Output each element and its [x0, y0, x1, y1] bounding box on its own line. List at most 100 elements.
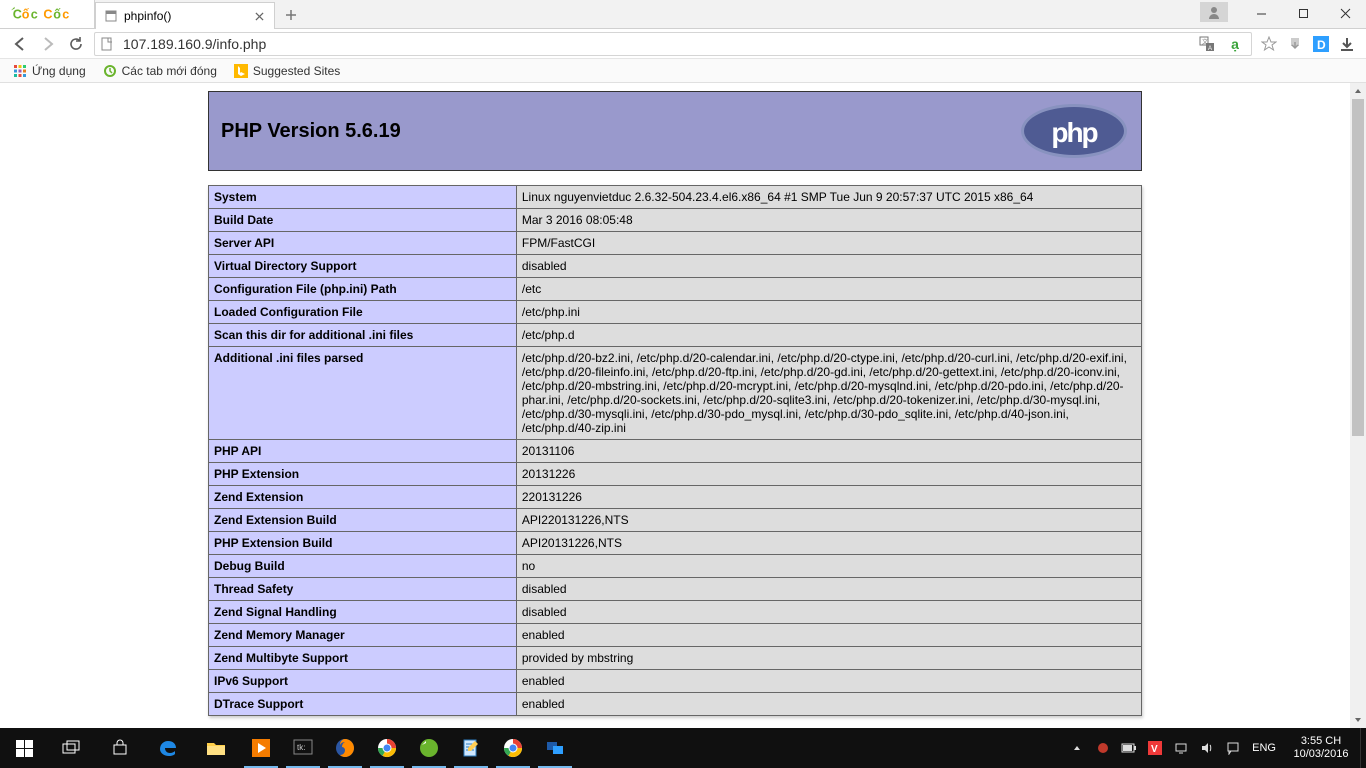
- table-row: Build DateMar 3 2016 08:05:48: [209, 209, 1142, 232]
- phpinfo-value: 220131226: [516, 486, 1141, 509]
- tab-close-button[interactable]: [252, 9, 266, 23]
- bookmarks-suggested[interactable]: Suggested Sites: [227, 61, 346, 81]
- phpinfo-header: PHP Version 5.6.19 php: [208, 91, 1142, 171]
- phpinfo-key: Zend Extension: [209, 486, 517, 509]
- tray-network-icon[interactable]: [1168, 728, 1194, 768]
- table-row: PHP Extension BuildAPI20131226,NTS: [209, 532, 1142, 555]
- table-row: PHP Extension20131226: [209, 463, 1142, 486]
- svg-text:D: D: [1317, 38, 1326, 52]
- browser-brand-logo[interactable]: C ố c C ố c: [0, 0, 95, 28]
- table-row: IPv6 Supportenabled: [209, 670, 1142, 693]
- nav-forward-button[interactable]: [34, 30, 62, 58]
- download-arrow-icon[interactable]: [1282, 34, 1308, 54]
- taskbar-clock[interactable]: 3:55 CH 10/03/2016: [1282, 728, 1360, 768]
- taskbar-app-firefox[interactable]: [324, 728, 366, 768]
- tray-battery-icon[interactable]: [1116, 728, 1142, 768]
- phpinfo-value: FPM/FastCGI: [516, 232, 1141, 255]
- phpinfo-value: enabled: [516, 693, 1141, 716]
- taskbar-app-notepad[interactable]: [450, 728, 492, 768]
- start-button[interactable]: [0, 728, 48, 768]
- taskbar-app-coccoc[interactable]: [408, 728, 450, 768]
- scrollbar-track[interactable]: [1350, 99, 1366, 712]
- phpinfo-key: Debug Build: [209, 555, 517, 578]
- tray-action-center-icon[interactable]: [1220, 728, 1246, 768]
- bookmark-star-icon[interactable]: [1256, 34, 1282, 54]
- table-row: Zend Signal Handlingdisabled: [209, 601, 1142, 624]
- phpinfo-value: disabled: [516, 601, 1141, 624]
- file-explorer-icon[interactable]: [192, 728, 240, 768]
- table-row: Virtual Directory Supportdisabled: [209, 255, 1142, 278]
- window-maximize-button[interactable]: [1282, 0, 1324, 28]
- url-input[interactable]: [121, 35, 1195, 53]
- user-profile-button[interactable]: [1200, 2, 1228, 22]
- edge-icon[interactable]: [144, 728, 192, 768]
- taskbar-app-chrome[interactable]: [366, 728, 408, 768]
- phpinfo-value: /etc: [516, 278, 1141, 301]
- vertical-scrollbar[interactable]: [1350, 83, 1366, 728]
- reopen-tabs-icon: [102, 63, 118, 79]
- adblock-icon[interactable]: ạ: [1225, 34, 1245, 54]
- phpinfo-value: /etc/php.ini: [516, 301, 1141, 324]
- table-row: Zend Extension BuildAPI220131226,NTS: [209, 509, 1142, 532]
- phpinfo-value: API220131226,NTS: [516, 509, 1141, 532]
- phpinfo-key: Configuration File (php.ini) Path: [209, 278, 517, 301]
- svg-text:tk:: tk:: [297, 743, 305, 752]
- page-viewport[interactable]: PHP Version 5.6.19 php SystemLinux nguye…: [0, 83, 1350, 728]
- taskbar-app-mediaplayer[interactable]: [240, 728, 282, 768]
- tray-vivaldi-icon[interactable]: V: [1142, 728, 1168, 768]
- tray-overflow-icon[interactable]: [1064, 728, 1090, 768]
- phpinfo-value: disabled: [516, 255, 1141, 278]
- svg-text:c: c: [31, 7, 38, 21]
- window-controls: [1200, 0, 1366, 28]
- phpinfo-value: no: [516, 555, 1141, 578]
- scrollbar-thumb[interactable]: [1352, 99, 1364, 436]
- phpinfo-value: API20131226,NTS: [516, 532, 1141, 555]
- disqus-extension-icon[interactable]: D: [1308, 34, 1334, 54]
- task-view-button[interactable]: [48, 728, 96, 768]
- tray-av-icon[interactable]: [1090, 728, 1116, 768]
- download-button[interactable]: [1334, 34, 1360, 54]
- phpinfo-key: PHP Extension Build: [209, 532, 517, 555]
- phpinfo-value: 20131226: [516, 463, 1141, 486]
- tray-volume-icon[interactable]: [1194, 728, 1220, 768]
- scrollbar-down-button[interactable]: [1350, 712, 1366, 728]
- show-desktop-button[interactable]: [1360, 728, 1366, 768]
- taskbar-language[interactable]: ENG: [1246, 728, 1282, 768]
- phpinfo-value: enabled: [516, 670, 1141, 693]
- nav-reload-button[interactable]: [62, 30, 90, 58]
- window-minimize-button[interactable]: [1240, 0, 1282, 28]
- table-row: Zend Multibyte Supportprovided by mbstri…: [209, 647, 1142, 670]
- svg-text:文: 文: [1202, 38, 1208, 46]
- browser-chrome: C ố c C ố c phpinfo(): [0, 0, 1366, 83]
- phpinfo-key: Thread Safety: [209, 578, 517, 601]
- scrollbar-up-button[interactable]: [1350, 83, 1366, 99]
- nav-back-button[interactable]: [6, 30, 34, 58]
- clock-date: 10/03/2016: [1293, 748, 1348, 761]
- window-close-button[interactable]: [1324, 0, 1366, 28]
- bookmarks-apps[interactable]: Ứng dụng: [6, 61, 92, 81]
- taskbar-app-chrome-2[interactable]: [492, 728, 534, 768]
- phpinfo-key: Additional .ini files parsed: [209, 347, 517, 440]
- table-row: Configuration File (php.ini) Path/etc: [209, 278, 1142, 301]
- table-row: DTrace Supportenabled: [209, 693, 1142, 716]
- phpinfo-key: PHP API: [209, 440, 517, 463]
- table-row: Zend Memory Managerenabled: [209, 624, 1142, 647]
- phpinfo-key: Loaded Configuration File: [209, 301, 517, 324]
- phpinfo-key: Zend Extension Build: [209, 509, 517, 532]
- taskbar-app-terminal[interactable]: tk:: [282, 728, 324, 768]
- translate-icon[interactable]: 文A: [1197, 34, 1217, 54]
- phpinfo-value: 20131106: [516, 440, 1141, 463]
- omnibox[interactable]: 文A ạ: [94, 32, 1252, 56]
- phpinfo-value: disabled: [516, 578, 1141, 601]
- bookmark-label: Ứng dụng: [32, 64, 86, 78]
- taskbar-app-remote[interactable]: [534, 728, 576, 768]
- store-icon[interactable]: [96, 728, 144, 768]
- phpinfo-key: Build Date: [209, 209, 517, 232]
- bookmarks-reopen[interactable]: Các tab mới đóng: [96, 61, 223, 81]
- phpinfo-key: Zend Signal Handling: [209, 601, 517, 624]
- new-tab-button[interactable]: [279, 3, 303, 27]
- address-bar: 文A ạ D: [0, 29, 1366, 59]
- browser-tab[interactable]: phpinfo(): [95, 2, 275, 29]
- svg-text:A: A: [1208, 46, 1212, 52]
- omnibox-right-icons: 文A ạ: [1195, 34, 1247, 54]
